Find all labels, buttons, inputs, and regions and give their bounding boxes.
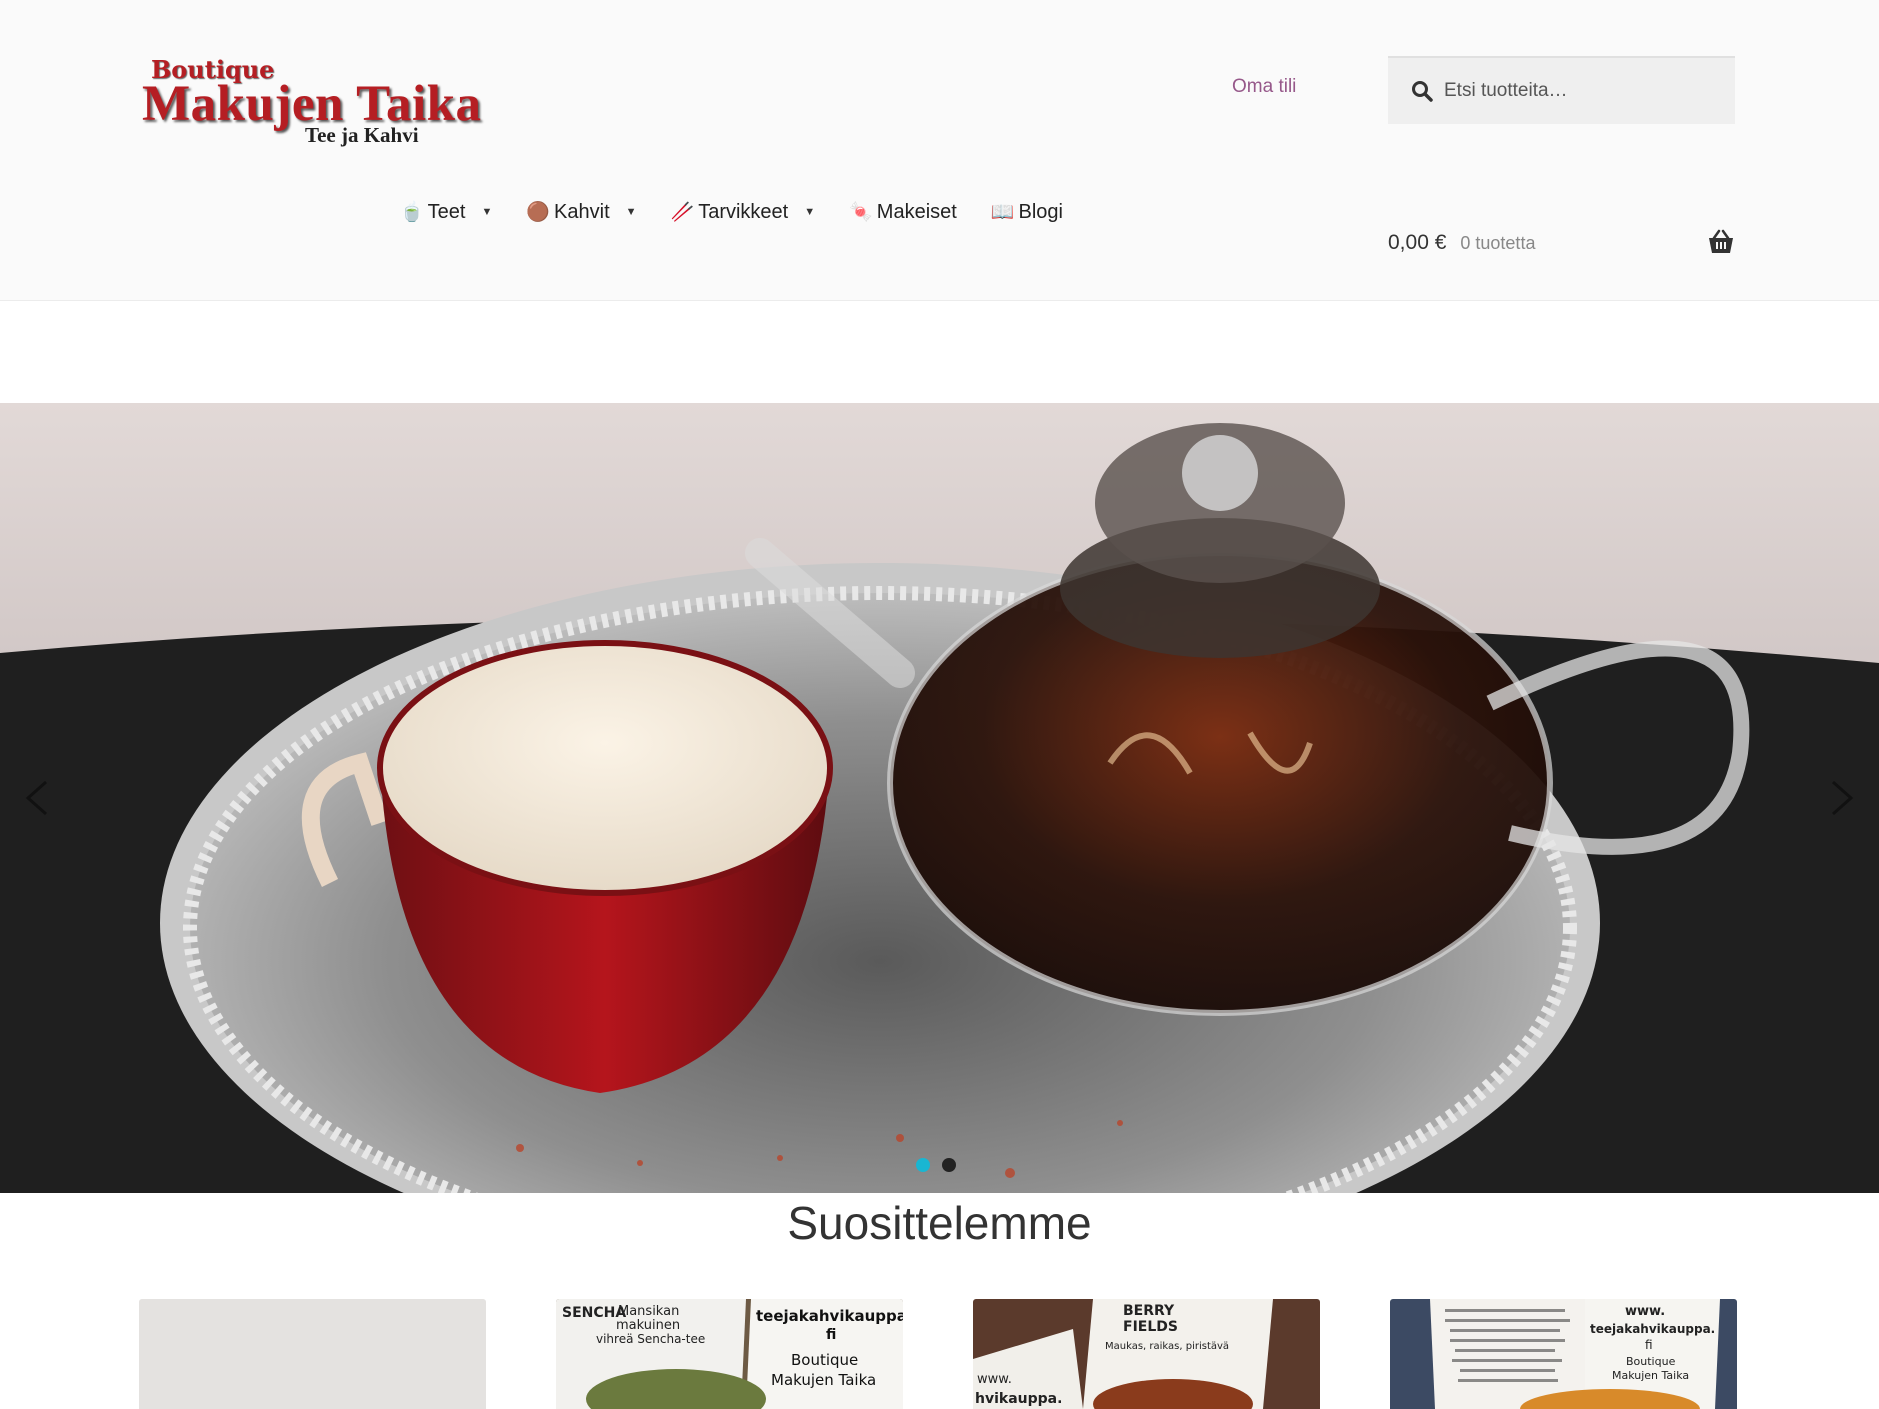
nav-item-label: Makeiset bbox=[876, 200, 957, 223]
caret-down-icon[interactable]: ▼ bbox=[804, 206, 815, 218]
nav-item-label: Kahvit bbox=[554, 200, 610, 223]
section-title-recommended: Suosittelemme bbox=[787, 1197, 1092, 1249]
label-text: www. bbox=[977, 1372, 1012, 1387]
mini-cart[interactable]: 0,00 € 0 tuotetta bbox=[1388, 226, 1735, 260]
logo-line-tagline: Tee ja Kahvi bbox=[305, 123, 419, 147]
tea-cup-icon: 🍵 bbox=[400, 202, 424, 223]
product-image: BERRY FIELDS Maukas, raikas, piristävä w… bbox=[973, 1299, 1320, 1409]
label-text: BERRY bbox=[1123, 1303, 1175, 1319]
candy-icon: 🍬 bbox=[849, 202, 873, 223]
nav-item-label: Teet bbox=[427, 200, 466, 223]
hero-image-teapot-and-cup bbox=[0, 403, 1879, 1193]
product-card[interactable]: www. teejakahvikauppa. fi Boutique Makuj… bbox=[1390, 1299, 1737, 1409]
site-logo[interactable]: Boutique Makujen Taika Tee ja Kahvi bbox=[140, 55, 485, 150]
slider-next-arrow[interactable] bbox=[1821, 778, 1861, 818]
label-text: www. bbox=[1625, 1304, 1665, 1319]
label-text: Boutique bbox=[791, 1351, 858, 1369]
cart-item-count: 0 tuotetta bbox=[1460, 232, 1536, 253]
primary-navigation: 🍵 Teet ▼ 🟤 Kahvit ▼ 🥢 Tarvikkeet ▼ 🍬 Mak… bbox=[400, 200, 1097, 224]
label-text: makuinen bbox=[616, 1318, 680, 1333]
slider-prev-arrow[interactable] bbox=[18, 778, 58, 818]
label-text: FIELDS bbox=[1123, 1319, 1178, 1335]
label-text: Maukas, raikas, piristävä bbox=[1105, 1341, 1229, 1352]
shopping-basket-icon[interactable] bbox=[1707, 229, 1735, 255]
label-text: fi bbox=[1645, 1338, 1653, 1352]
search-icon bbox=[1410, 79, 1434, 103]
product-image: SENCHA Mansikan makuinen vihreä Sencha-t… bbox=[556, 1299, 903, 1409]
label-text: Makujen Taika bbox=[1612, 1369, 1689, 1382]
nav-item-blogi[interactable]: 📖 Blogi bbox=[991, 200, 1063, 224]
product-card[interactable] bbox=[139, 1299, 486, 1409]
nav-item-label: Blogi bbox=[1018, 200, 1063, 223]
product-card[interactable]: SENCHA Mansikan makuinen vihreä Sencha-t… bbox=[556, 1299, 903, 1409]
slider-pagination bbox=[916, 1158, 968, 1172]
label-text: teejakahvikauppa. bbox=[756, 1307, 903, 1325]
label-text: hvikauppa. bbox=[975, 1391, 1062, 1407]
hero-slider bbox=[0, 403, 1879, 1193]
site-header: Boutique Makujen Taika Tee ja Kahvi Oma … bbox=[0, 0, 1879, 301]
label-text: teejakahvikauppa. bbox=[1590, 1322, 1715, 1336]
nav-item-label: Tarvikkeet bbox=[698, 200, 789, 223]
open-book-icon: 📖 bbox=[990, 202, 1015, 223]
product-image: www. teejakahvikauppa. fi Boutique Makuj… bbox=[1390, 1299, 1737, 1409]
nav-item-makeiset[interactable]: 🍬 Makeiset bbox=[849, 200, 957, 224]
product-image bbox=[139, 1299, 486, 1409]
label-text: Boutique bbox=[1626, 1355, 1676, 1368]
nav-item-kahvit[interactable]: 🟤 Kahvit ▼ bbox=[526, 200, 636, 224]
slider-dot-1[interactable] bbox=[916, 1158, 930, 1172]
label-text: vihreä Sencha-tee bbox=[596, 1332, 705, 1346]
label-text: Makujen Taika bbox=[771, 1371, 876, 1389]
coffee-bean-icon: 🟤 bbox=[526, 202, 551, 223]
caret-down-icon[interactable]: ▼ bbox=[626, 206, 637, 218]
nav-item-tarvikkeet[interactable]: 🥢 Tarvikkeet ▼ bbox=[671, 200, 816, 224]
product-search bbox=[1388, 56, 1735, 124]
my-account-link[interactable]: Oma tili bbox=[1232, 76, 1296, 98]
caret-down-icon[interactable]: ▼ bbox=[481, 206, 492, 218]
recommended-products: SENCHA Mansikan makuinen vihreä Sencha-t… bbox=[139, 1299, 1737, 1409]
label-text: Mansikan bbox=[618, 1304, 679, 1319]
product-card[interactable]: BERRY FIELDS Maukas, raikas, piristävä w… bbox=[973, 1299, 1320, 1409]
chopsticks-icon: 🥢 bbox=[670, 202, 695, 223]
search-input[interactable] bbox=[1444, 80, 1724, 102]
cart-total: 0,00 € bbox=[1388, 231, 1447, 254]
slider-dot-2[interactable] bbox=[942, 1158, 956, 1172]
nav-item-teet[interactable]: 🍵 Teet ▼ bbox=[400, 200, 492, 224]
label-text: fi bbox=[826, 1327, 836, 1343]
